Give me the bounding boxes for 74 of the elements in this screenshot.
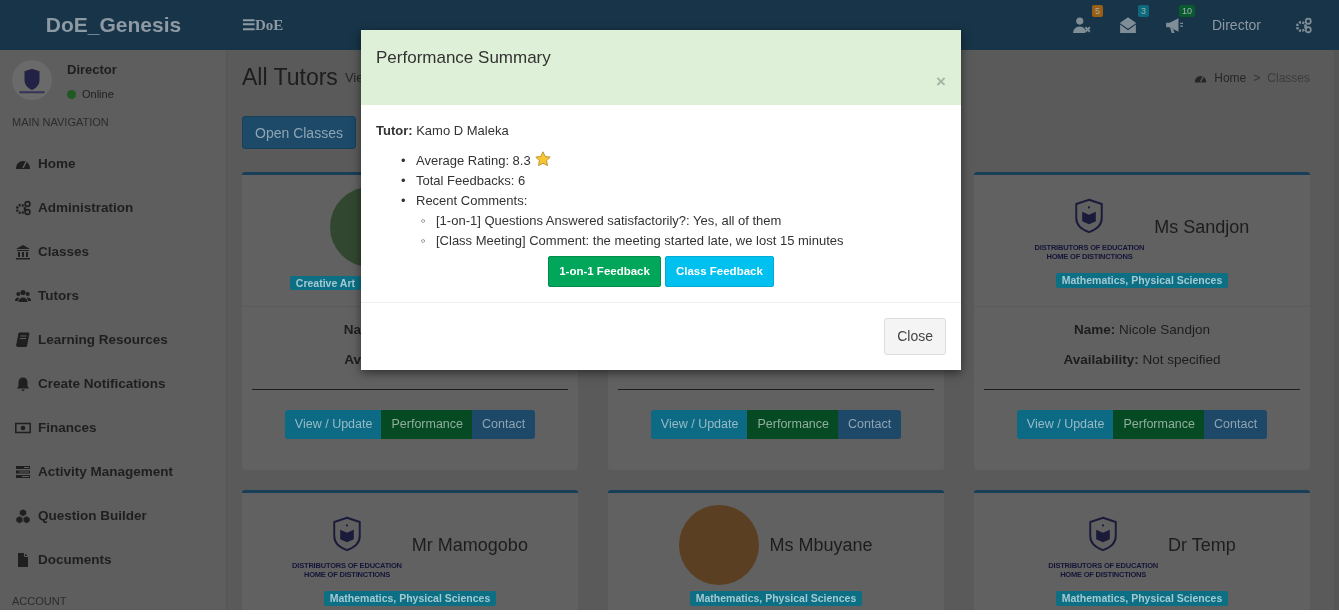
breadcrumb-separator: >: [1253, 70, 1261, 87]
nav-item[interactable]: Documents: [0, 538, 226, 582]
cubes-icon: [15, 508, 31, 524]
megaphone-icon[interactable]: [1165, 16, 1183, 34]
name-field: Na: [343, 322, 361, 337]
app-brand[interactable]: DoE_Genesis: [0, 9, 227, 41]
sidebar-toggle[interactable]: ☰DoE: [242, 13, 284, 37]
summary-item: Recent Comments:: [416, 193, 528, 208]
bell-icon: [15, 376, 31, 392]
close-button[interactable]: ×: [936, 73, 946, 91]
summary-item: [Class Meeting] Comment: the meeting started late, we lost 15 minutes: [436, 233, 844, 248]
user-x-icon[interactable]: [1073, 16, 1091, 34]
tutor-name: Ms Sandjon: [1154, 215, 1250, 239]
subject-tag: Mathematics, Physical Sciences: [1055, 273, 1229, 288]
bullet-marker: •: [401, 172, 407, 190]
list-icon: [15, 464, 31, 480]
notification-count: 3: [1137, 5, 1149, 17]
nav-item[interactable]: Administration: [0, 186, 226, 230]
card-action-button[interactable]: Contact: [472, 410, 536, 439]
nav-item[interactable]: Activity Management: [0, 450, 226, 494]
bullet-marker: ◦: [421, 212, 427, 230]
close-button[interactable]: Close: [884, 318, 946, 356]
nav-item[interactable]: Tutors: [0, 274, 226, 318]
nav-item[interactable]: Create Notifications: [0, 362, 226, 406]
settings-icon[interactable]: [1295, 16, 1312, 34]
card-action-button[interactable]: View / Update: [650, 410, 749, 439]
nav-item[interactable]: Home: [0, 142, 226, 186]
notification-count: 10: [1178, 5, 1195, 17]
bank-icon: [15, 244, 31, 260]
subject-tag: Mathematics, Physical Sciences: [1055, 591, 1229, 606]
users-icon: [15, 288, 31, 304]
nav-item[interactable]: Finances: [0, 406, 226, 450]
card-action-button[interactable]: View / Update: [1016, 410, 1115, 439]
notification-count: 5: [1091, 5, 1103, 17]
page-title: All Tutors: [242, 64, 338, 92]
feedback-button[interactable]: 1-on-1 Feedback: [548, 256, 661, 288]
toolbar-button[interactable]: Open Classes: [242, 116, 356, 149]
envelope-icon[interactable]: [1119, 16, 1137, 34]
tutor-name: Ms Mbuyane: [769, 533, 873, 557]
nav-item[interactable]: Question Builder: [0, 494, 226, 538]
card-action-button[interactable]: Performance: [747, 410, 840, 439]
card-action-button[interactable]: Contact: [1204, 410, 1268, 439]
bullet-marker: ◦: [421, 232, 427, 250]
user-menu[interactable]: Director: [1212, 14, 1261, 36]
user-name: Director: [67, 62, 117, 78]
summary-item: Total Feedbacks: 6: [416, 173, 526, 188]
nav-item[interactable]: Learning Resources: [0, 318, 226, 362]
availability-field: Availability: Not specified: [1063, 352, 1221, 367]
feedback-button[interactable]: Class Feedback: [664, 256, 774, 288]
subject-tag: Mathematics, Physical Sciences: [689, 591, 863, 606]
money-icon: [15, 420, 31, 436]
tutor-field: Tutor: Kamo D Maleka: [376, 121, 946, 141]
gears-icon: [15, 200, 31, 216]
name-field: Name: Nicole Sandjon: [1074, 322, 1210, 337]
availability-field: Av: [344, 352, 361, 367]
tutor-name: Dr Temp: [1168, 533, 1236, 557]
subject-tag: Mathematics, Physical Sciences: [323, 591, 497, 606]
summary-item: Average Rating: 8.3: [416, 153, 531, 168]
card-action-button[interactable]: Performance: [1113, 410, 1206, 439]
card-action-button[interactable]: Contact: [838, 410, 902, 439]
star-icon: [534, 151, 551, 167]
card-action-button[interactable]: Performance: [381, 410, 474, 439]
book-icon: [15, 332, 31, 348]
bullet-marker: •: [401, 192, 407, 210]
nav-item[interactable]: Classes: [0, 230, 226, 274]
bullet-marker: •: [401, 152, 407, 170]
summary-item: [1-on-1] Questions Answered satisfactorily?: Yes, all of them: [436, 213, 782, 228]
tutor-name: Mr Mamogobo: [411, 533, 528, 557]
status-label: Online: [82, 87, 114, 102]
logo-icon: [12, 60, 52, 100]
card-action-button[interactable]: View / Update: [284, 410, 383, 439]
dialog-title: Performance Summary: [376, 48, 552, 68]
subject-tag: Creative Art: [289, 276, 361, 290]
file-icon: [15, 552, 31, 568]
